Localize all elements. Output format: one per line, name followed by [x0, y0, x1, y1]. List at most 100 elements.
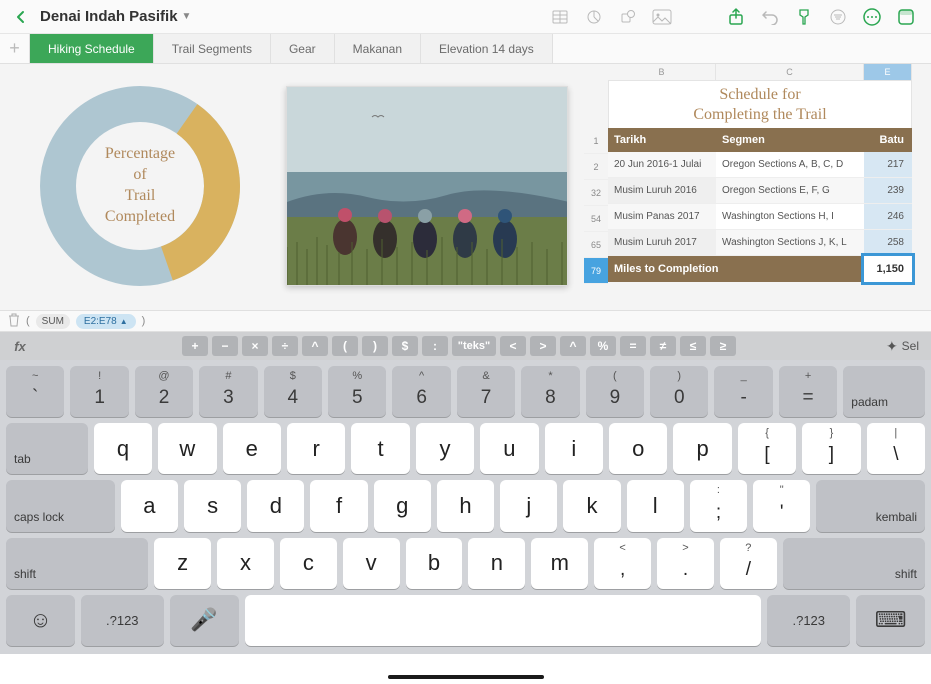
shape-insert-icon[interactable] — [611, 3, 645, 31]
key-;[interactable]: :; — [690, 480, 747, 531]
undo-icon[interactable] — [753, 3, 787, 31]
row-header-65[interactable]: 65 — [584, 232, 608, 258]
key-,[interactable]: <, — [594, 538, 651, 589]
key-s[interactable]: s — [184, 480, 241, 531]
add-sheet-button[interactable]: + — [0, 34, 30, 63]
op-colon[interactable]: : — [422, 336, 448, 356]
cell-segmen[interactable]: Washington Sections J, K, L — [716, 230, 864, 255]
trail-photo[interactable] — [286, 86, 568, 286]
op-le[interactable]: ≤ — [680, 336, 706, 356]
key-q[interactable]: q — [94, 423, 152, 474]
cell-tarikh[interactable]: Musim Luruh 2016 — [608, 178, 716, 203]
key-j[interactable]: j — [500, 480, 557, 531]
key-capslock[interactable]: caps lock — [6, 480, 115, 531]
cell-batu[interactable]: 246 — [864, 204, 912, 229]
key-0[interactable]: )0 — [650, 366, 708, 417]
key-dismiss-keyboard[interactable]: ⌨ — [856, 595, 925, 646]
op-teks[interactable]: "teks" — [452, 336, 496, 356]
key-numbers-right[interactable]: .?123 — [767, 595, 850, 646]
key-6[interactable]: ^6 — [392, 366, 450, 417]
key-u[interactable]: u — [480, 423, 538, 474]
key-z[interactable]: z — [154, 538, 211, 589]
key-/[interactable]: ?/ — [720, 538, 777, 589]
op-eq[interactable]: = — [620, 336, 646, 356]
key-r[interactable]: r — [287, 423, 345, 474]
op-lparen[interactable]: ( — [332, 336, 358, 356]
col-header-b[interactable]: B — [608, 64, 716, 80]
key-h[interactable]: h — [437, 480, 494, 531]
key-shift-left[interactable]: shift — [6, 538, 148, 589]
tab-elevation[interactable]: Elevation 14 days — [421, 34, 553, 63]
tab-trail-segments[interactable]: Trail Segments — [154, 34, 271, 63]
op-minus[interactable]: − — [212, 336, 238, 356]
key-e[interactable]: e — [223, 423, 281, 474]
key-tab[interactable]: tab — [6, 423, 88, 474]
key-2[interactable]: @2 — [135, 366, 193, 417]
op-dollar[interactable]: $ — [392, 336, 418, 356]
tab-gear[interactable]: Gear — [271, 34, 335, 63]
table-footer-row[interactable]: Miles to Completion 1,150 — [608, 256, 912, 282]
table-row[interactable]: Musim Luruh 2017 Washington Sections J, … — [608, 230, 912, 256]
row-header-1[interactable]: 1 — [584, 128, 608, 154]
cell-segmen[interactable]: Washington Sections H, I — [716, 204, 864, 229]
key-v[interactable]: v — [343, 538, 400, 589]
title-chevron-icon[interactable]: ▼ — [182, 11, 192, 22]
document-title[interactable]: Denai Indah Pasifik — [40, 8, 178, 25]
cell-batu[interactable]: 258 — [864, 230, 912, 255]
op-times[interactable]: × — [242, 336, 268, 356]
op-rparen[interactable]: ) — [362, 336, 388, 356]
sel-button[interactable]: ✦Sel — [886, 338, 923, 355]
format-brush-icon[interactable] — [787, 3, 821, 31]
chart-insert-icon[interactable] — [577, 3, 611, 31]
share-icon[interactable] — [719, 3, 753, 31]
more-icon[interactable] — [855, 3, 889, 31]
key-.[interactable]: >. — [657, 538, 714, 589]
cell-tarikh[interactable]: Musim Panas 2017 — [608, 204, 716, 229]
key-[[interactable]: {[ — [738, 423, 796, 474]
op-caret[interactable]: ^ — [560, 336, 586, 356]
key-x[interactable]: x — [217, 538, 274, 589]
key-space[interactable] — [245, 595, 762, 646]
key-o[interactable]: o — [609, 423, 667, 474]
cell-segmen[interactable]: Oregon Sections A, B, C, D — [716, 152, 864, 177]
op-pct[interactable]: % — [590, 336, 616, 356]
op-gt[interactable]: > — [530, 336, 556, 356]
key-shift-right[interactable]: shift — [783, 538, 925, 589]
insert-cell-icon[interactable] — [889, 3, 923, 31]
key-3[interactable]: #3 — [199, 366, 257, 417]
key-1[interactable]: !1 — [70, 366, 128, 417]
row-header-79[interactable]: 79 — [584, 258, 608, 284]
op-pow[interactable]: ^ — [302, 336, 328, 356]
formula-function-chip[interactable]: SUM — [36, 314, 70, 329]
cell-tarikh[interactable]: 20 Jun 2016-1 Julai — [608, 152, 716, 177]
schedule-table[interactable]: B C E Schedule for Completing the Trail … — [608, 64, 912, 282]
spreadsheet-canvas[interactable]: Percentage of Trail Completed 1 — [0, 64, 931, 310]
formula-bar[interactable]: ( SUM E2:E78▲ ) — [0, 310, 931, 332]
footer-value-selected-cell[interactable]: 1,150 — [864, 256, 912, 282]
key-k[interactable]: k — [563, 480, 620, 531]
row-header-2[interactable]: 2 — [584, 154, 608, 180]
key-9[interactable]: (9 — [586, 366, 644, 417]
formula-range-chip[interactable]: E2:E78▲ — [76, 314, 136, 329]
key-`[interactable]: ~` — [6, 366, 64, 417]
table-row[interactable]: Musim Luruh 2016 Oregon Sections E, F, G… — [608, 178, 912, 204]
key-return[interactable]: kembali — [816, 480, 925, 531]
op-ge[interactable]: ≥ — [710, 336, 736, 356]
back-button[interactable] — [8, 4, 34, 30]
key-7[interactable]: &7 — [457, 366, 515, 417]
col-header-c[interactable]: C — [716, 64, 864, 80]
donut-chart[interactable]: Percentage of Trail Completed — [36, 82, 244, 290]
key-=[interactable]: += — [779, 366, 837, 417]
home-indicator[interactable] — [388, 675, 544, 679]
op-lt[interactable]: < — [500, 336, 526, 356]
key-t[interactable]: t — [351, 423, 409, 474]
key--[interactable]: _- — [714, 366, 772, 417]
table-row[interactable]: Musim Panas 2017 Washington Sections H, … — [608, 204, 912, 230]
table-insert-icon[interactable] — [543, 3, 577, 31]
key-y[interactable]: y — [416, 423, 474, 474]
col-header-e[interactable]: E — [864, 64, 912, 80]
cell-segmen[interactable]: Oregon Sections E, F, G — [716, 178, 864, 203]
key-c[interactable]: c — [280, 538, 337, 589]
key-d[interactable]: d — [247, 480, 304, 531]
op-plus[interactable]: + — [182, 336, 208, 356]
